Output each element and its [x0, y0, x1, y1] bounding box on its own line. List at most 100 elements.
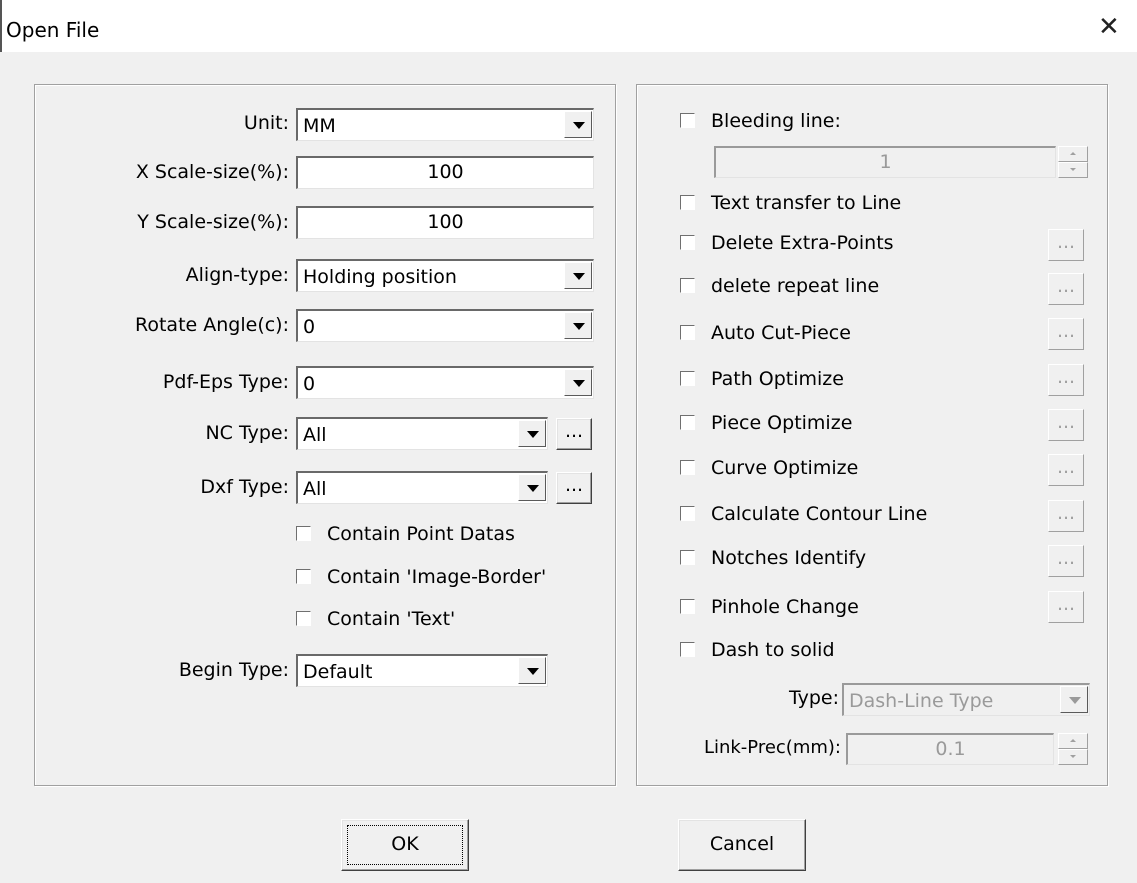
rotate-angle-label: Rotate Angle(c):: [135, 314, 289, 336]
auto-cut-piece-checkbox[interactable]: Auto Cut-Piece: [680, 322, 851, 344]
dxf-type-options-button[interactable]: ...: [556, 472, 592, 504]
chevron-down-icon[interactable]: [564, 262, 592, 289]
checkbox-label: Path Optimize: [711, 368, 844, 390]
unit-select[interactable]: MM: [296, 108, 594, 141]
rotate-angle-value: 0: [303, 316, 316, 338]
align-type-select[interactable]: Holding position: [296, 259, 594, 292]
dxf-type-select[interactable]: All: [296, 471, 548, 504]
chevron-down-icon[interactable]: [518, 474, 546, 501]
path-optimize-checkbox[interactable]: Path Optimize: [680, 368, 844, 390]
begin-type-label: Begin Type:: [178, 659, 289, 681]
bleeding-line-checkbox[interactable]: Bleeding line:: [680, 110, 841, 132]
x-scale-label: X Scale-size(%):: [135, 161, 289, 183]
link-prec-label: Link-Prec(mm):: [703, 737, 841, 758]
calculate-contour-line-checkbox[interactable]: Calculate Contour Line: [680, 503, 927, 525]
dxf-type-value: All: [303, 478, 327, 500]
y-scale-label: Y Scale-size(%):: [137, 211, 289, 233]
notches-identify-options-button[interactable]: ...: [1048, 545, 1084, 577]
delete-repeat-line-checkbox[interactable]: delete repeat line: [680, 275, 879, 297]
ok-button[interactable]: OK: [341, 819, 469, 871]
checkbox-label: Text transfer to Line: [711, 192, 902, 214]
checkbox-box[interactable]: [680, 460, 695, 475]
rotate-angle-select[interactable]: 0: [296, 309, 594, 342]
piece-optimize-checkbox[interactable]: Piece Optimize: [680, 412, 852, 434]
checkbox-label: Dash to solid: [711, 639, 835, 661]
piece-optimize-options-button[interactable]: ...: [1048, 409, 1084, 441]
link-prec-spinner: [1058, 733, 1088, 765]
pinhole-change-options-button[interactable]: ...: [1048, 591, 1084, 623]
processing-options-panel: [636, 84, 1108, 786]
window-title: Open File: [6, 18, 100, 42]
checkbox-label: Contain Point Datas: [327, 523, 515, 545]
checkbox-box[interactable]: [680, 506, 695, 521]
checkbox-box[interactable]: [296, 611, 311, 626]
checkbox-box[interactable]: [680, 195, 695, 210]
nc-type-select[interactable]: All: [296, 417, 548, 450]
contain-point-datas-checkbox[interactable]: Contain Point Datas: [296, 523, 515, 545]
checkbox-box[interactable]: [680, 113, 695, 128]
nc-type-value: All: [303, 424, 327, 446]
dash-to-solid-checkbox[interactable]: Dash to solid: [680, 639, 835, 661]
delete-repeat-line-options-button[interactable]: ...: [1048, 273, 1084, 305]
checkbox-label: Auto Cut-Piece: [711, 322, 851, 344]
pinhole-change-checkbox[interactable]: Pinhole Change: [680, 596, 859, 618]
delete-extra-points-options-button[interactable]: ...: [1048, 229, 1084, 261]
checkbox-box[interactable]: [680, 278, 695, 293]
chevron-down-icon[interactable]: [518, 420, 546, 447]
chevron-down-icon[interactable]: [518, 657, 546, 684]
chevron-down-icon: [1060, 686, 1088, 713]
checkbox-label: Contain 'Image-Border': [327, 566, 547, 588]
spin-down-icon: [1058, 749, 1088, 765]
contain-image-border-checkbox[interactable]: Contain 'Image-Border': [296, 566, 546, 588]
spin-up-icon: [1058, 733, 1088, 749]
curve-optimize-options-button[interactable]: ...: [1048, 454, 1084, 486]
curve-optimize-checkbox[interactable]: Curve Optimize: [680, 457, 858, 479]
pdf-eps-type-select[interactable]: 0: [296, 366, 594, 399]
chevron-down-icon[interactable]: [564, 369, 592, 396]
checkbox-label: Piece Optimize: [711, 412, 853, 434]
checkbox-label: Delete Extra-Points: [711, 232, 894, 254]
unit-label: Unit:: [243, 112, 289, 134]
text-transfer-checkbox[interactable]: Text transfer to Line: [680, 192, 901, 214]
chevron-down-icon[interactable]: [564, 111, 592, 138]
checkbox-label: Contain 'Text': [327, 608, 456, 630]
unit-value: MM: [303, 115, 336, 137]
cancel-button[interactable]: Cancel: [678, 819, 806, 871]
x-scale-input[interactable]: 100: [296, 156, 594, 189]
delete-extra-points-checkbox[interactable]: Delete Extra-Points: [680, 232, 894, 254]
bleeding-line-spinner: [1058, 146, 1088, 178]
checkbox-box[interactable]: [680, 550, 695, 565]
calculate-contour-line-options-button[interactable]: ...: [1048, 500, 1084, 532]
contain-text-checkbox[interactable]: Contain 'Text': [296, 608, 455, 630]
close-icon[interactable]: ✕: [1098, 12, 1120, 42]
nc-type-label: NC Type:: [205, 422, 289, 444]
chevron-down-icon[interactable]: [564, 312, 592, 339]
align-type-value: Holding position: [303, 266, 457, 288]
y-scale-input[interactable]: 100: [296, 206, 594, 239]
checkbox-box[interactable]: [680, 325, 695, 340]
checkbox-box[interactable]: [296, 526, 311, 541]
window-edge: [0, 0, 2, 52]
path-optimize-options-button[interactable]: ...: [1048, 364, 1084, 396]
checkbox-box[interactable]: [680, 415, 695, 430]
nc-type-options-button[interactable]: ...: [556, 418, 592, 450]
checkbox-box[interactable]: [680, 642, 695, 657]
checkbox-box[interactable]: [680, 371, 695, 386]
checkbox-box[interactable]: [680, 599, 695, 614]
title-bar: Open File ✕: [0, 0, 1137, 52]
checkbox-box[interactable]: [680, 235, 695, 250]
dash-type-select: Dash-Line Type: [842, 683, 1090, 716]
spin-up-icon: [1058, 146, 1088, 162]
checkbox-label: Bleeding line:: [711, 110, 841, 132]
checkbox-box[interactable]: [296, 569, 311, 584]
align-type-label: Align-type:: [185, 264, 289, 286]
checkbox-label: delete repeat line: [711, 275, 880, 297]
checkbox-label: Notches Identify: [711, 547, 867, 569]
begin-type-value: Default: [303, 661, 373, 683]
spin-down-icon: [1058, 162, 1088, 178]
begin-type-select[interactable]: Default: [296, 654, 548, 687]
auto-cut-piece-options-button[interactable]: ...: [1048, 318, 1084, 350]
checkbox-label: Calculate Contour Line: [711, 503, 928, 525]
dash-type-value: Dash-Line Type: [849, 690, 994, 712]
notches-identify-checkbox[interactable]: Notches Identify: [680, 547, 866, 569]
